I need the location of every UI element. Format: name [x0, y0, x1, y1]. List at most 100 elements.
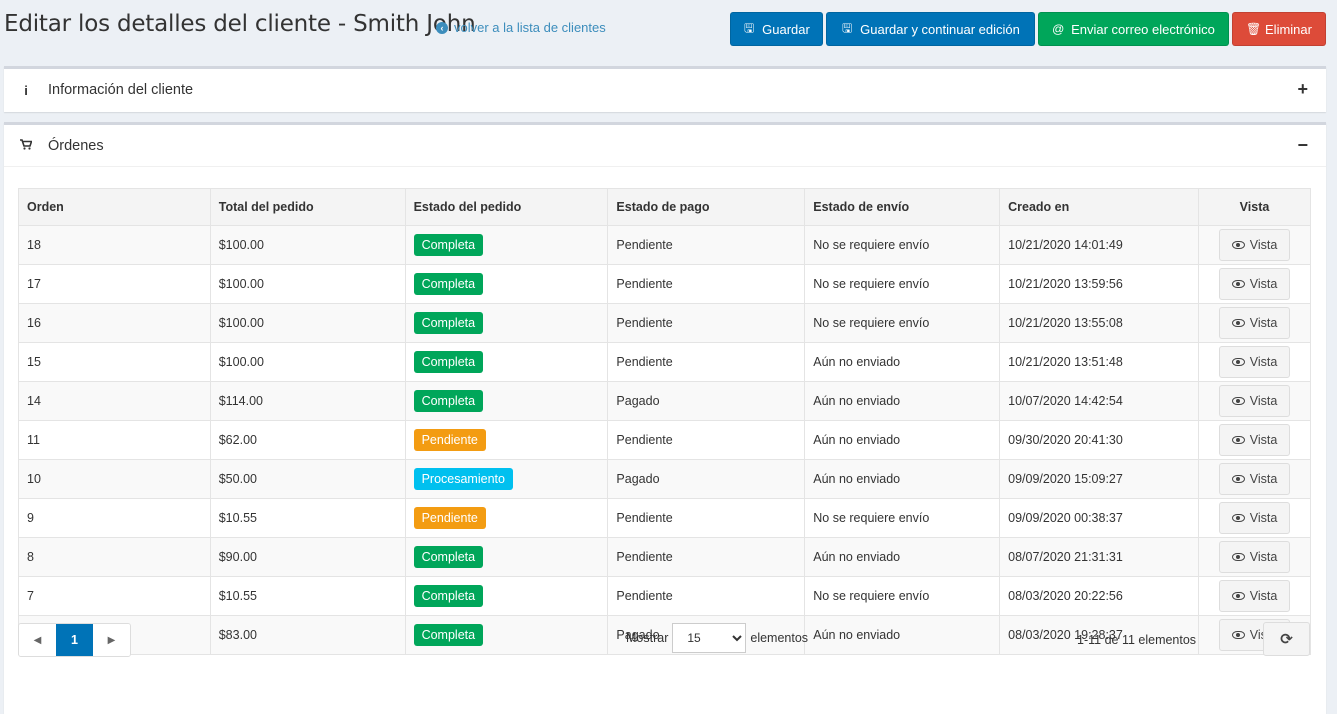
view-order-button[interactable]: Vista	[1218, 268, 1291, 300]
orders-panel-title: Órdenes	[48, 137, 104, 154]
created-at-cell: 09/09/2020 15:09:27	[999, 459, 1199, 499]
order-id-cell: 17	[18, 264, 211, 304]
back-link-label: volver a la lista de clientes	[454, 20, 606, 35]
trash-icon: 🗑	[1246, 22, 1262, 36]
payment-status-cell: Pagado	[607, 381, 806, 421]
orders-table: Orden Total del pedido Estado del pedido Es…	[18, 188, 1311, 655]
order-id-cell: 11	[18, 420, 211, 460]
delete-button[interactable]: 🗑 Eliminar	[1232, 12, 1326, 46]
view-order-label: Vista	[1249, 238, 1278, 252]
view-cell: Vista	[1198, 498, 1311, 538]
page-size-select[interactable]: 15	[672, 623, 747, 653]
order-status-cell: Completa	[404, 576, 609, 616]
order-status-cell: Procesamiento	[404, 459, 609, 499]
view-order-label: Vista	[1249, 550, 1278, 564]
status-badge: Completa	[413, 234, 484, 256]
status-badge: Completa	[413, 585, 484, 607]
shopping-cart-icon	[20, 138, 33, 153]
shipping-status-cell: No se requiere envío	[804, 498, 1001, 538]
order-total-cell: $100.00	[209, 342, 406, 382]
created-at-cell: 09/09/2020 00:38:37	[999, 498, 1199, 538]
elements-label: elementos	[750, 631, 809, 645]
floppy-disk-icon: 🖫	[842, 20, 853, 35]
order-status-cell: Completa	[404, 303, 609, 343]
order-id-cell: 18	[18, 225, 211, 265]
view-order-button[interactable]: Vista	[1218, 424, 1291, 456]
status-badge: Pendiente	[413, 507, 486, 529]
payment-status-cell: Pendiente	[607, 537, 806, 577]
eye-icon	[1231, 280, 1245, 288]
view-order-button[interactable]: Vista	[1218, 580, 1291, 612]
order-total-cell: $10.55	[209, 576, 406, 616]
created-at-cell: 10/21/2020 14:01:49	[999, 225, 1199, 265]
view-order-button[interactable]: Vista	[1218, 307, 1291, 339]
table-row: 7 $10.55 Completa Pendiente No se requiere e…	[18, 576, 1311, 616]
order-status-cell: Completa	[404, 342, 609, 382]
view-order-button[interactable]: Vista	[1218, 502, 1291, 534]
view-order-label: Vista	[1249, 433, 1278, 447]
payment-status-cell: Pendiente	[607, 225, 806, 265]
order-status-cell: Completa	[404, 537, 609, 577]
eye-icon	[1231, 592, 1245, 600]
view-order-button[interactable]: Vista	[1218, 385, 1291, 417]
view-cell: Vista	[1198, 264, 1311, 304]
shipping-status-cell: No se requiere envío	[804, 576, 1001, 616]
back-to-customer-list-link[interactable]: ‹ volver a la lista de clientes	[436, 20, 606, 35]
refresh-button[interactable]: ⟳	[1263, 622, 1310, 656]
view-cell: Vista	[1198, 459, 1311, 499]
save-button[interactable]: 🖫 Guardar	[730, 12, 823, 46]
order-id-cell: 15	[18, 342, 211, 382]
pagination-next-button[interactable]: ▶	[93, 624, 130, 656]
orders-panel-header[interactable]: Órdenes −	[4, 125, 1326, 167]
table-row: 14 $114.00 Completa Pagado Aún no enviado 10/…	[18, 381, 1311, 421]
order-total-cell: $83.00	[209, 615, 406, 655]
collapse-minus-icon[interactable]: −	[1297, 135, 1308, 156]
order-id-cell: 7	[18, 576, 211, 616]
view-order-button[interactable]: Vista	[1218, 229, 1291, 261]
payment-status-cell: Pendiente	[607, 342, 806, 382]
view-order-button[interactable]: Vista	[1218, 541, 1291, 573]
shipping-status-cell: No se requiere envío	[804, 264, 1001, 304]
column-header: Estado del pedido	[404, 188, 609, 226]
view-order-label: Vista	[1249, 316, 1278, 330]
table-row: 18 $100.00 Completa Pendiente No se requiere…	[18, 225, 1311, 265]
view-order-label: Vista	[1249, 355, 1278, 369]
status-badge: Completa	[413, 351, 484, 373]
view-order-button[interactable]: Vista	[1218, 346, 1291, 378]
view-order-label: Vista	[1249, 277, 1278, 291]
shipping-status-cell: No se requiere envío	[804, 225, 1001, 265]
order-status-cell: Completa	[404, 225, 609, 265]
floppy-disk-icon: 🖫	[744, 20, 755, 35]
payment-status-cell: Pendiente	[607, 420, 806, 460]
created-at-cell: 08/07/2020 21:31:31	[999, 537, 1199, 577]
pagination-summary: 1-11 de 11 elementos	[1077, 633, 1197, 647]
created-at-cell: 10/21/2020 13:51:48	[999, 342, 1199, 382]
eye-icon	[1231, 475, 1245, 483]
customer-info-panel-header[interactable]: i Información del cliente +	[4, 69, 1326, 111]
view-order-label: Vista	[1249, 511, 1278, 525]
table-row: 11 $62.00 Pendiente Pendiente Aún no enviado…	[18, 420, 1311, 460]
save-continue-button[interactable]: 🖫 Guardar y continuar edición	[826, 12, 1035, 46]
created-at-cell: 10/07/2020 14:42:54	[999, 381, 1199, 421]
eye-icon	[1231, 358, 1245, 366]
expand-plus-icon[interactable]: +	[1297, 79, 1308, 100]
table-row: 9 $10.55 Pendiente Pendiente No se requiere …	[18, 498, 1311, 538]
eye-icon	[1231, 397, 1245, 405]
status-badge: Pendiente	[413, 429, 486, 451]
pagination-page-1[interactable]: 1	[56, 624, 93, 656]
status-badge: Completa	[413, 390, 484, 412]
order-id-cell: 10	[18, 459, 211, 499]
send-email-button[interactable]: @ Enviar correo electrónico	[1038, 12, 1229, 46]
view-order-label: Vista	[1249, 394, 1278, 408]
refresh-icon: ⟳	[1280, 631, 1293, 648]
order-status-cell: Completa	[404, 381, 609, 421]
column-header: Orden	[18, 188, 211, 226]
view-order-button[interactable]: Vista	[1218, 463, 1291, 495]
order-total-cell: $62.00	[209, 420, 406, 460]
pagination-prev-button[interactable]: ◀	[19, 624, 56, 656]
payment-status-cell: Pendiente	[607, 264, 806, 304]
column-header: Vista	[1198, 188, 1311, 226]
status-badge: Completa	[413, 273, 484, 295]
customer-info-panel: i Información del cliente +	[4, 66, 1326, 112]
show-label: Mostrar	[626, 631, 669, 645]
